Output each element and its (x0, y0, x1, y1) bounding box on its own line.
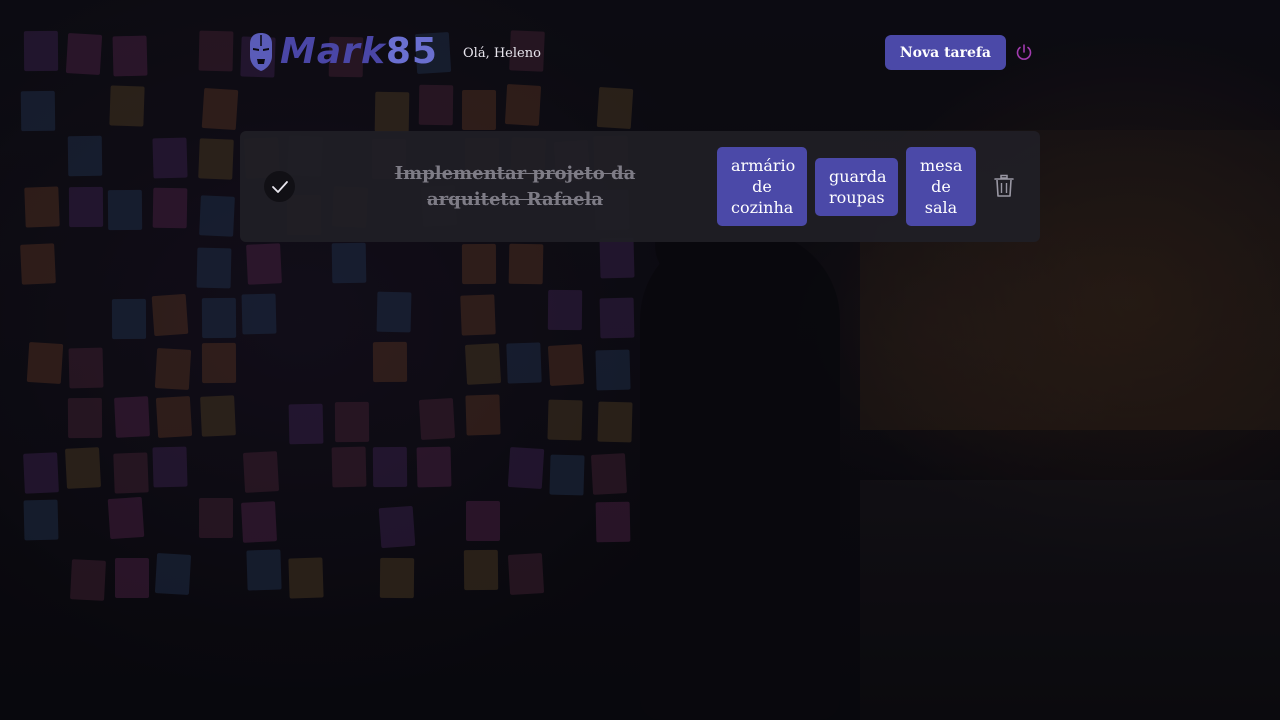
task-title: Implementar projeto da arquiteta Rafaela (394, 163, 636, 210)
trash-icon[interactable] (993, 174, 1015, 198)
logo-text-mark: Mark (280, 31, 386, 72)
app-header: Mark85 Olá, Heleno Nova tarefa (248, 30, 1034, 76)
task-tags: armário de cozinha guarda roupas mesa de… (717, 147, 976, 226)
tag-item[interactable]: armário de cozinha (717, 147, 807, 226)
logo-text-number: 85 (385, 31, 438, 72)
logo-text: Mark85 (280, 32, 438, 72)
new-task-button[interactable]: Nova tarefa (884, 35, 1006, 70)
background-photo (0, 0, 1280, 720)
power-icon[interactable] (1014, 42, 1034, 62)
logo[interactable]: Mark85 (248, 32, 438, 72)
user-greeting: Olá, Heleno (463, 46, 541, 61)
dark-overlay (0, 0, 1280, 720)
task-complete-toggle[interactable] (264, 171, 295, 202)
checkmark-icon (271, 180, 288, 193)
tag-item[interactable]: guarda roupas (815, 157, 898, 216)
task-card: Implementar projeto da arquiteta Rafaela… (240, 131, 1040, 242)
iron-mask-icon (250, 33, 272, 71)
tag-item[interactable]: mesa de sala (906, 147, 976, 226)
